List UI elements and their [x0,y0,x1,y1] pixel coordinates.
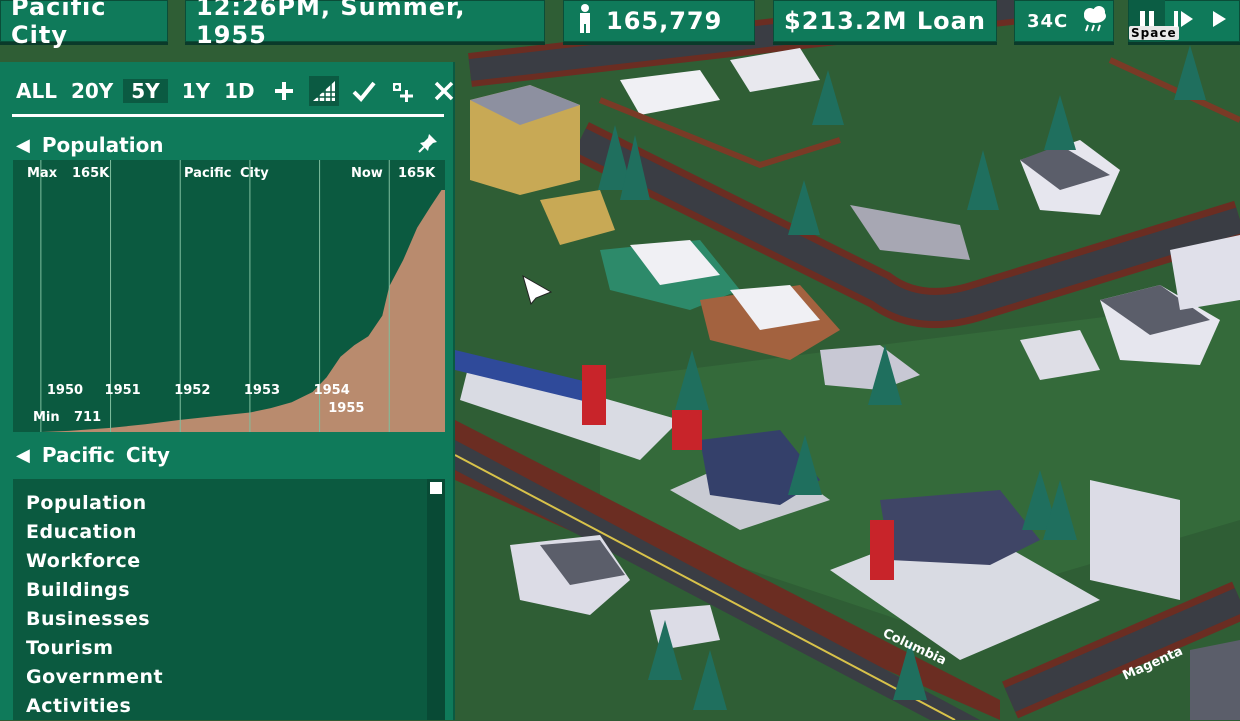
year-tick-label: 1953 [244,383,280,398]
year-tick-label: 1951 [105,383,141,398]
city-section-header[interactable]: ◀ Pacific City [16,439,444,471]
money-display[interactable]: $213.2M Loan [773,0,997,42]
chart-title: Pacific City [184,166,269,181]
play-icon [1210,7,1228,35]
chart-max-label: Max [27,166,58,181]
pause-button[interactable]: Space [1129,0,1179,42]
list-scrollbar[interactable] [427,479,445,720]
range-1y-tab[interactable]: 1Y [182,79,210,103]
population-chart: 1950 1951 1952 1953 1954 1955 Max 165K Pacifi… [13,160,445,432]
population-text: 165,779 [606,7,723,35]
chart-header[interactable]: ◀ Population [16,129,444,161]
category-activities[interactable]: Activities [26,692,445,721]
category-tourism[interactable]: Tourism [26,634,445,663]
play-step-icon [1172,7,1194,35]
close-icon[interactable] [429,76,459,106]
city-name-text: Pacific City [11,0,107,49]
step-button[interactable] [1165,0,1201,42]
plus-icon[interactable] [269,76,299,106]
pin-icon[interactable] [418,133,438,158]
year-tick-label: 1954 [314,383,350,398]
category-workforce[interactable]: Workforce [26,547,445,576]
category-education[interactable]: Education [26,518,445,547]
chart-now-label: Now [351,166,383,181]
statistics-category-list: Population Education Workforce Buildings… [13,479,445,720]
toolbar-divider [12,114,444,117]
chart-min-value: 711 [74,410,102,425]
speed-controls: Space [1128,0,1240,42]
check-icon[interactable] [349,76,379,106]
temperature-text: 34C [1027,10,1069,32]
person-icon [576,3,594,39]
chart-max-value: 165K [72,166,110,181]
city-name-display[interactable]: Pacific City [0,0,168,49]
play-button[interactable] [1201,0,1237,42]
date-time-text: 12:26PM, Summer, 1955 [196,0,466,49]
chart-min-label: Min [33,410,60,425]
chart-now-value: 165K [398,166,436,181]
list-scrollbar-thumb[interactable] [430,482,442,494]
city-section-title: Pacific City [41,443,170,467]
chart-header-title: Population [41,133,164,157]
money-text: $213.2M Loan [784,7,986,35]
range-20y-tab[interactable]: 20Y [71,79,113,103]
weather-display[interactable]: 34C [1014,0,1114,42]
back-arrow-icon[interactable]: ◀ [16,135,30,156]
chart-icon[interactable] [308,76,339,106]
year-tick-label: 1952 [174,383,210,398]
range-5y-tab[interactable]: 5Y [123,79,168,103]
back-arrow-icon[interactable]: ◀ [16,445,30,466]
year-tick-label: 1955 [328,401,364,416]
population-chart-svg: 1950 1951 1952 1953 1954 1955 [40,160,445,432]
category-population[interactable]: Population [26,489,445,518]
category-businesses[interactable]: Businesses [26,605,445,634]
date-time-display: 12:26PM, Summer, 1955 [185,0,545,49]
range-1d-tab[interactable]: 1D [224,79,255,103]
chart-toolbar: ALL 20Y 5Y 1Y 1D [16,76,453,106]
year-tick-label: 1950 [47,383,83,398]
range-all-tab[interactable]: ALL [16,79,57,103]
population-display[interactable]: 165,779 [563,0,755,42]
rain-cloud-icon [1080,5,1110,38]
category-buildings[interactable]: Buildings [26,576,445,605]
statistics-panel: ALL 20Y 5Y 1Y 1D ◀ Population 1950 1951 … [0,62,455,720]
add-layer-icon[interactable] [389,76,419,106]
category-government[interactable]: Government [26,663,445,692]
